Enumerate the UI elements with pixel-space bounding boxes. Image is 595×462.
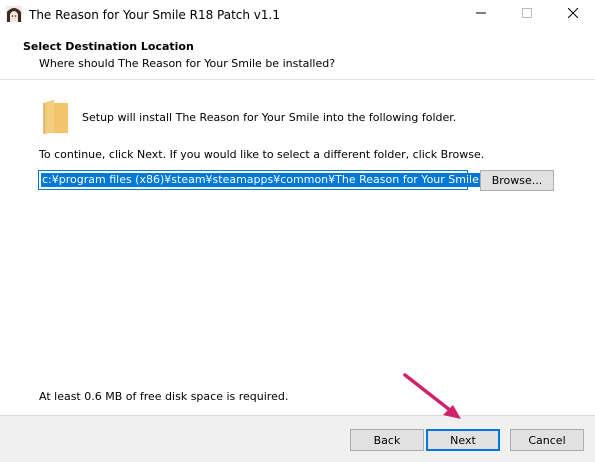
- cancel-button[interactable]: Cancel: [510, 429, 584, 451]
- close-icon: [567, 7, 579, 21]
- minimize-button[interactable]: [458, 0, 504, 29]
- folder-icon: [42, 99, 70, 135]
- installer-window: The Reason for Your Smile R18 Patch v1.1…: [0, 0, 595, 462]
- page-subtitle: Where should The Reason for Your Smile b…: [39, 57, 336, 70]
- minimize-icon: [476, 8, 486, 21]
- instruction-text: To continue, click Next. If you would li…: [39, 148, 485, 161]
- destination-path-input[interactable]: c:¥program files (x86)¥steam¥steamapps¥c…: [38, 170, 480, 190]
- maximize-button[interactable]: [504, 0, 550, 29]
- install-location-text: Setup will install The Reason for Your S…: [82, 111, 457, 124]
- maximize-icon: [522, 8, 532, 21]
- page-title: Select Destination Location: [23, 40, 194, 53]
- disk-space-text: At least 0.6 MB of free disk space is re…: [39, 390, 289, 403]
- browse-button[interactable]: Browse...: [480, 170, 554, 191]
- destination-path-value: c:¥program files (x86)¥steam¥steamapps¥c…: [41, 173, 480, 187]
- title-bar[interactable]: The Reason for Your Smile R18 Patch v1.1: [0, 0, 595, 30]
- anime-character-icon: [6, 6, 22, 22]
- close-button[interactable]: [550, 0, 595, 29]
- back-button[interactable]: Back: [350, 429, 424, 451]
- header-divider: [0, 79, 595, 80]
- footer-bar: [0, 416, 595, 462]
- next-button[interactable]: Next: [426, 429, 500, 451]
- window-title: The Reason for Your Smile R18 Patch v1.1: [29, 8, 280, 22]
- pointer-arrow-icon: [395, 365, 470, 425]
